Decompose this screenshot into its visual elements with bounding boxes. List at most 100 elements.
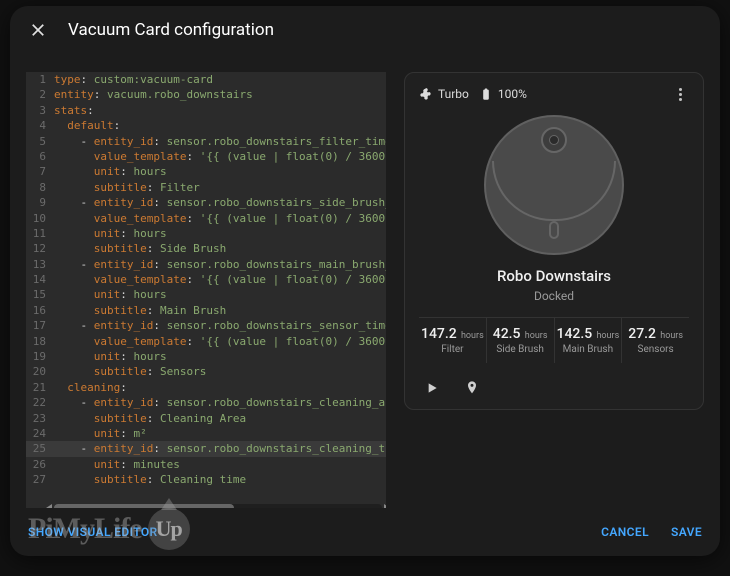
code-text: stats: (54, 103, 94, 118)
code-text: subtitle: Sensors (54, 364, 206, 379)
code-text: - entity_id: sensor.robo_downstairs_clea… (54, 395, 386, 410)
line-number: 18 (26, 334, 54, 349)
stat-unit: hours (658, 331, 683, 341)
stat-unit: hours (459, 331, 484, 341)
line-number: 12 (26, 241, 54, 256)
vacuum-illustration (484, 115, 624, 255)
code-text: subtitle: Main Brush (54, 303, 226, 318)
code-text: subtitle: Filter (54, 180, 200, 195)
code-line[interactable]: 3stats: (26, 103, 386, 118)
code-line[interactable]: 4 default: (26, 118, 386, 133)
cancel-button[interactable]: Cancel (601, 525, 649, 539)
code-line[interactable]: 18 value_template: '{{ (value | float(0)… (26, 334, 386, 349)
stat-cell: 42.5 hoursSide Brush (487, 318, 555, 363)
code-text: default: (54, 118, 120, 133)
card-menu-button[interactable] (671, 85, 689, 103)
yaml-editor[interactable]: 1type: custom:vacuum-card2entity: vacuum… (26, 72, 386, 508)
config-dialog: Vacuum Card configuration 1type: custom:… (10, 6, 720, 556)
line-number: 8 (26, 180, 54, 195)
code-line[interactable]: 17 - entity_id: sensor.robo_downstairs_s… (26, 318, 386, 333)
code-line[interactable]: 24 unit: m² (26, 426, 386, 441)
dots-vertical-icon (679, 93, 682, 96)
code-line[interactable]: 10 value_template: '{{ (value | float(0)… (26, 211, 386, 226)
line-number: 15 (26, 287, 54, 302)
code-text: - entity_id: sensor.robo_downstairs_side… (54, 195, 386, 210)
line-number: 26 (26, 457, 54, 472)
code-line[interactable]: 8 subtitle: Filter (26, 180, 386, 195)
code-line[interactable]: 26 unit: minutes (26, 457, 386, 472)
line-number: 14 (26, 272, 54, 287)
code-line[interactable]: 1type: custom:vacuum-card (26, 72, 386, 87)
line-number: 22 (26, 395, 54, 410)
play-button[interactable] (421, 377, 443, 399)
dialog-footer: Show Visual Editor Cancel Save (10, 508, 720, 556)
code-line[interactable]: 19 unit: hours (26, 349, 386, 364)
stats-row: 147.2 hoursFilter42.5 hoursSide Brush142… (419, 317, 689, 363)
code-text: unit: minutes (54, 457, 180, 472)
line-number: 17 (26, 318, 54, 333)
battery-chip: 100% (479, 87, 527, 101)
stat-cell: 27.2 hoursSensors (622, 318, 689, 363)
line-number: 24 (26, 426, 54, 441)
stat-label: Main Brush (557, 344, 620, 355)
code-text: type: custom:vacuum-card (54, 72, 213, 87)
stat-cell: 142.5 hoursMain Brush (555, 318, 623, 363)
code-line[interactable]: 7 unit: hours (26, 164, 386, 179)
line-number: 11 (26, 226, 54, 241)
show-visual-editor-button[interactable]: Show Visual Editor (28, 525, 158, 539)
code-line[interactable]: 6 value_template: '{{ (value | float(0) … (26, 149, 386, 164)
code-text: - entity_id: sensor.robo_downstairs_sens… (54, 318, 386, 333)
locate-button[interactable] (461, 377, 483, 399)
line-number: 1 (26, 72, 54, 87)
fan-mode-chip[interactable]: Turbo (419, 87, 469, 101)
stat-cell: 147.2 hoursFilter (419, 318, 487, 363)
line-number: 20 (26, 364, 54, 379)
code-line[interactable]: 5 - entity_id: sensor.robo_downstairs_fi… (26, 134, 386, 149)
code-text: unit: m² (54, 426, 147, 441)
line-number: 9 (26, 195, 54, 210)
code-text: - entity_id: sensor.robo_downstairs_clea… (54, 441, 386, 456)
code-line[interactable]: 13 - entity_id: sensor.robo_downstairs_m… (26, 257, 386, 272)
stat-value: 147.2 hours (421, 326, 484, 342)
code-text: value_template: '{{ (value | float(0) / … (54, 149, 386, 164)
dialog-body: 1type: custom:vacuum-card2entity: vacuum… (10, 54, 720, 508)
battery-icon (479, 87, 493, 101)
code-line[interactable]: 21 cleaning: (26, 380, 386, 395)
code-line[interactable]: 25 - entity_id: sensor.robo_downstairs_c… (26, 441, 386, 456)
code-line[interactable]: 2entity: vacuum.robo_downstairs (26, 87, 386, 102)
code-line[interactable]: 27 subtitle: Cleaning time (26, 472, 386, 487)
line-number: 5 (26, 134, 54, 149)
code-line[interactable]: 22 - entity_id: sensor.robo_downstairs_c… (26, 395, 386, 410)
vacuum-name: Robo Downstairs (419, 267, 689, 285)
code-text: value_template: '{{ (value | float(0) / … (54, 211, 386, 226)
line-number: 16 (26, 303, 54, 318)
save-button[interactable]: Save (671, 525, 702, 539)
close-button[interactable] (26, 18, 50, 42)
line-number: 19 (26, 349, 54, 364)
play-icon (424, 380, 440, 396)
line-number: 4 (26, 118, 54, 133)
code-line[interactable]: 20 subtitle: Sensors (26, 364, 386, 379)
code-line[interactable]: 23 subtitle: Cleaning Area (26, 411, 386, 426)
code-text: entity: vacuum.robo_downstairs (54, 87, 253, 102)
dialog-title: Vacuum Card configuration (68, 20, 274, 40)
code-line[interactable]: 12 subtitle: Side Brush (26, 241, 386, 256)
actions-row (419, 373, 689, 399)
editor-h-scrollbar-thumb[interactable] (54, 504, 234, 508)
code-line[interactable]: 11 unit: hours (26, 226, 386, 241)
code-text: unit: hours (54, 164, 167, 179)
card-preview: Turbo 100% R (404, 72, 704, 508)
stat-unit: hours (594, 331, 619, 341)
vacuum-card-header: Turbo 100% (419, 85, 689, 103)
code-line[interactable]: 9 - entity_id: sensor.robo_downstairs_si… (26, 195, 386, 210)
code-text: subtitle: Side Brush (54, 241, 226, 256)
code-line[interactable]: 14 value_template: '{{ (value | float(0)… (26, 272, 386, 287)
line-number: 13 (26, 257, 54, 272)
code-line[interactable]: 16 subtitle: Main Brush (26, 303, 386, 318)
close-icon (29, 21, 47, 39)
editor-h-scrollbar[interactable] (54, 504, 382, 508)
stat-label: Sensors (624, 344, 687, 355)
code-line[interactable]: 15 unit: hours (26, 287, 386, 302)
battery-label: 100% (498, 87, 527, 101)
line-number: 10 (26, 211, 54, 226)
